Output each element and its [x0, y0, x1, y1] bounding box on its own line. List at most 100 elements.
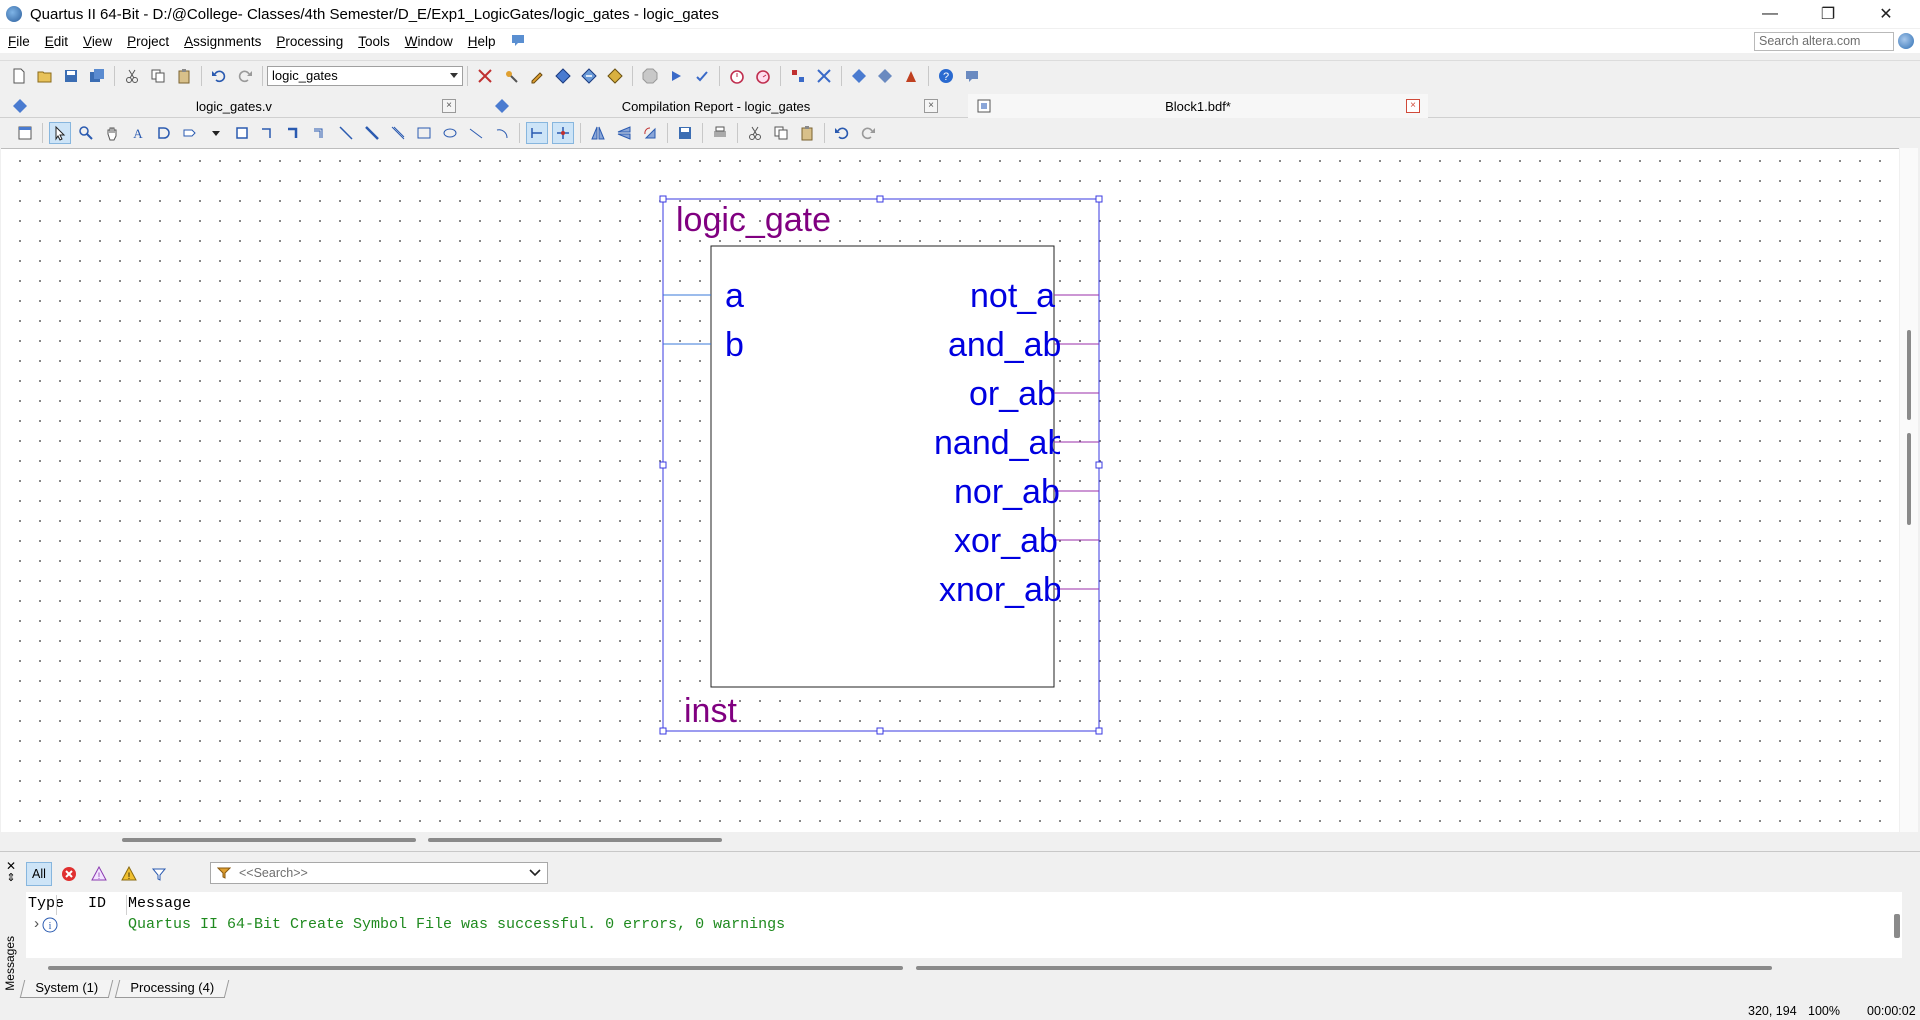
filter-errors-button[interactable] — [56, 862, 82, 886]
tab-system-messages[interactable]: System (1) — [19, 980, 114, 998]
help-topic-icon[interactable] — [503, 33, 532, 50]
horizontal-scroll-thumb-right[interactable] — [428, 838, 722, 842]
message-hscroll-thumb-left[interactable] — [48, 966, 903, 970]
save-all-icon[interactable] — [86, 65, 108, 87]
paste-icon[interactable] — [796, 122, 818, 144]
pin-tool-icon[interactable] — [179, 122, 201, 144]
vertical-scroll-thumb-lower[interactable] — [1907, 433, 1911, 525]
feedback-icon[interactable] — [961, 65, 983, 87]
restore-button[interactable]: ❐ — [1800, 0, 1856, 28]
copy-icon[interactable] — [770, 122, 792, 144]
menu-file[interactable]: File — [0, 34, 37, 49]
globe-icon[interactable] — [1898, 33, 1914, 49]
orthogonal-conduit-tool-icon[interactable] — [309, 122, 331, 144]
flip-horizontal-icon[interactable] — [587, 122, 609, 144]
detach-window-icon[interactable] — [14, 122, 36, 144]
hand-tool-icon[interactable] — [101, 122, 123, 144]
programmer-icon[interactable] — [848, 65, 870, 87]
text-tool-icon[interactable]: A — [127, 122, 149, 144]
tab-block1-bdf[interactable]: Block1.bdf* × — [968, 94, 1428, 118]
menu-assignments[interactable]: Assignments — [176, 34, 268, 49]
redo-icon[interactable] — [857, 122, 879, 144]
menu-help[interactable]: Help — [460, 34, 503, 49]
analysis-synthesis-icon[interactable] — [578, 65, 600, 87]
diagonal-conduit-tool-icon[interactable] — [387, 122, 409, 144]
selection-tool-icon[interactable] — [49, 122, 71, 144]
rotate-left-icon[interactable] — [639, 122, 661, 144]
fitter-icon[interactable] — [604, 65, 626, 87]
menu-processing[interactable]: Processing — [268, 34, 350, 49]
menu-edit[interactable]: Edit — [37, 34, 75, 49]
undo-icon[interactable] — [831, 122, 853, 144]
help-icon[interactable]: ? — [935, 65, 957, 87]
filter-critical-warnings-button[interactable]: ! — [86, 862, 112, 886]
partial-line-selection-icon[interactable] — [526, 122, 548, 144]
schematic-symbol[interactable]: logic_gate inst a b not_a and_ab or_ab n… — [1, 149, 1899, 833]
tab-processing-messages[interactable]: Processing (4) — [114, 980, 229, 998]
flip-vertical-icon[interactable] — [613, 122, 635, 144]
message-vertical-scroll-thumb[interactable] — [1894, 914, 1900, 938]
redo-icon[interactable] — [234, 65, 256, 87]
tab-close-button[interactable]: × — [442, 99, 456, 113]
orthogonal-node-tool-icon[interactable] — [257, 122, 279, 144]
timequest-analyzer-icon[interactable] — [726, 65, 748, 87]
horizontal-scroll-thumb-left[interactable] — [122, 838, 416, 842]
line-tool-icon[interactable] — [465, 122, 487, 144]
copy-icon[interactable] — [147, 65, 169, 87]
print-icon[interactable] — [709, 122, 731, 144]
column-message[interactable]: Message — [128, 895, 191, 912]
altera-search-input[interactable]: Search altera.com — [1754, 32, 1894, 51]
new-file-icon[interactable] — [8, 65, 30, 87]
menu-project[interactable]: Project — [119, 34, 176, 49]
save-icon[interactable] — [674, 122, 696, 144]
menu-view[interactable]: View — [75, 34, 119, 49]
message-list[interactable]: Type ID Message › i Quartus II 64-Bit Cr… — [26, 892, 1902, 958]
menu-tools[interactable]: Tools — [350, 34, 397, 49]
expand-chevron-icon[interactable]: › — [32, 916, 41, 933]
tab-logic-gates-v[interactable]: logic_gates.v × — [4, 94, 464, 118]
block-tool-icon[interactable] — [231, 122, 253, 144]
rectangle-tool-icon[interactable] — [413, 122, 435, 144]
orthogonal-bus-tool-icon[interactable] — [283, 122, 305, 144]
filter-suppressed-button[interactable] — [146, 862, 172, 886]
tab-close-button[interactable]: × — [1406, 99, 1420, 113]
signaltap-icon[interactable] — [900, 65, 922, 87]
zoom-tool-icon[interactable] — [75, 122, 97, 144]
filter-warnings-button[interactable]: ! — [116, 862, 142, 886]
start-compilation-icon[interactable] — [665, 65, 687, 87]
project-select[interactable]: logic_gates — [267, 65, 463, 86]
undo-icon[interactable] — [208, 65, 230, 87]
diagonal-node-tool-icon[interactable] — [335, 122, 357, 144]
rubberbanding-icon[interactable] — [552, 122, 574, 144]
oval-tool-icon[interactable] — [439, 122, 461, 144]
cut-icon[interactable] — [121, 65, 143, 87]
vertical-scroll-thumb-upper[interactable] — [1907, 330, 1911, 420]
diagonal-bus-tool-icon[interactable] — [361, 122, 383, 144]
block-diagram-canvas[interactable]: logic_gate inst a b not_a and_ab or_ab n… — [1, 148, 1899, 832]
close-button[interactable]: ✕ — [1858, 0, 1914, 28]
start-analysis-icon[interactable] — [691, 65, 713, 87]
message-search-input[interactable]: <<Search>> — [210, 862, 548, 884]
pin-dropdown-icon[interactable] — [205, 122, 227, 144]
chip-planner-icon[interactable] — [787, 65, 809, 87]
project-navigator-icon[interactable] — [474, 65, 496, 87]
menu-window[interactable]: Window — [397, 34, 460, 49]
minimize-button[interactable]: — — [1742, 0, 1798, 28]
column-id[interactable]: ID — [88, 895, 106, 912]
cut-icon[interactable] — [744, 122, 766, 144]
message-hscroll-thumb-right[interactable] — [916, 966, 1772, 970]
rtl-viewer-icon[interactable] — [813, 65, 835, 87]
stop-icon[interactable] — [639, 65, 661, 87]
filter-all-button[interactable]: All — [26, 862, 52, 886]
save-icon[interactable] — [60, 65, 82, 87]
powerplay-icon[interactable] — [752, 65, 774, 87]
compile-design-icon[interactable] — [552, 65, 574, 87]
sopc-builder-icon[interactable] — [874, 65, 896, 87]
panel-close-icon[interactable]: ✕ — [3, 860, 19, 872]
panel-undock-icon[interactable]: ⇕ — [3, 872, 19, 884]
column-type[interactable]: Type — [28, 895, 64, 912]
symbol-tool-icon[interactable] — [153, 122, 175, 144]
assignment-editor-icon[interactable] — [526, 65, 548, 87]
pin-planner-icon[interactable] — [500, 65, 522, 87]
tab-compilation-report[interactable]: Compilation Report - logic_gates × — [486, 94, 946, 118]
